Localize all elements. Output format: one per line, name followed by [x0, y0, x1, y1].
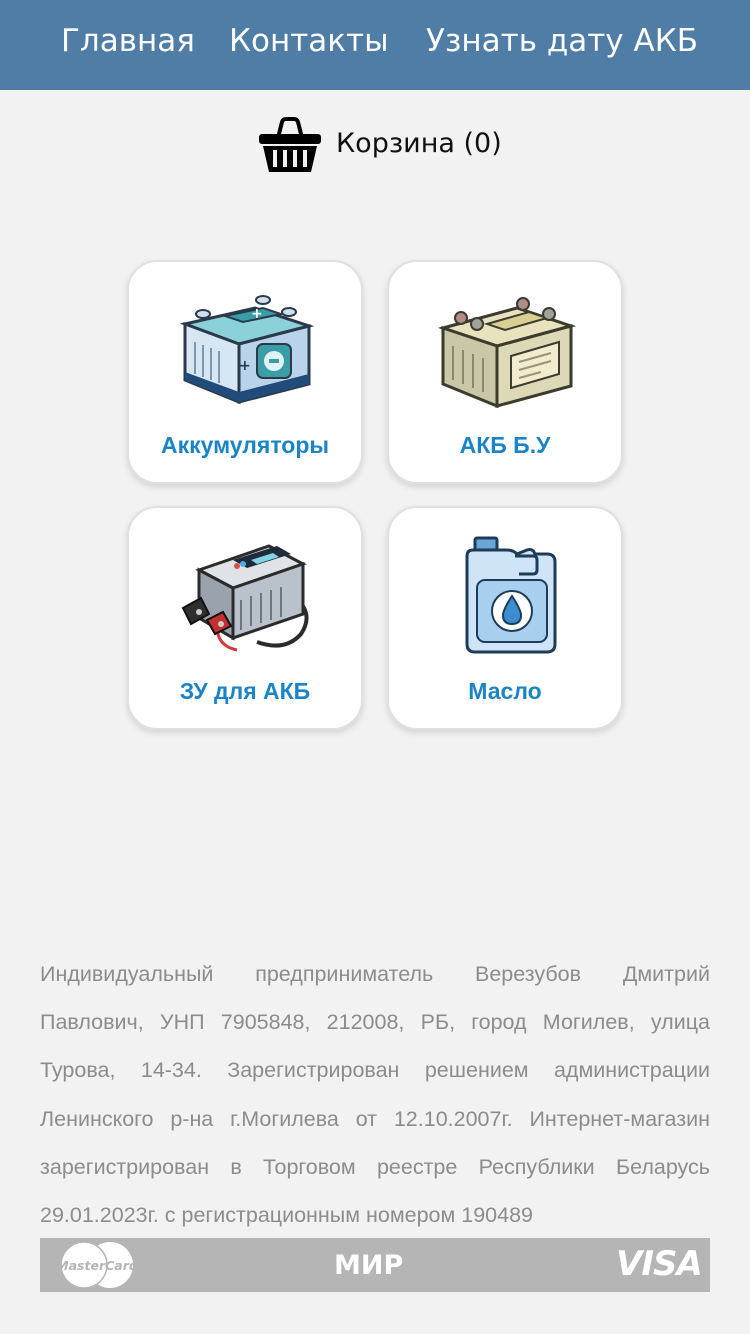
cart-label: Корзина (0) — [336, 128, 502, 159]
svg-text:+: + — [239, 358, 251, 374]
nav-link-contacts[interactable]: Контакты — [229, 0, 389, 90]
category-grid: + + Аккумуляторы АКБ Б.У ЗУ для АКБ Масл… — [0, 220, 750, 920]
nav-link-battery-date[interactable]: Узнать дату АКБ — [426, 0, 698, 90]
visa-logo: VISA — [616, 1244, 703, 1284]
oil-canister-icon — [465, 536, 557, 654]
svg-text:+: + — [251, 306, 263, 322]
payment-methods-bar: MasterCard МИР VISA — [40, 1238, 710, 1292]
category-label: ЗУ для АКБ — [179, 678, 311, 704]
top-nav: Главная Контакты Узнать дату АКБ — [0, 0, 750, 90]
category-card-chargers[interactable]: ЗУ для АКБ — [127, 506, 363, 730]
category-label: АКБ Б.У — [459, 432, 551, 458]
mir-logo: МИР — [334, 1250, 404, 1281]
new-battery-icon: + + — [179, 295, 315, 405]
category-label: Масло — [468, 678, 542, 704]
used-battery-icon — [437, 297, 577, 409]
category-label: Аккумуляторы — [160, 432, 330, 458]
basket-icon — [259, 117, 321, 172]
category-card-used-batteries[interactable]: АКБ Б.У — [387, 260, 623, 484]
category-card-oil[interactable]: Масло — [387, 506, 623, 730]
legal-info-text: Индивидуальный предприниматель Верезубов… — [40, 962, 710, 1228]
cart-bar: Корзина (0) — [0, 90, 750, 220]
mastercard-logo-icon: MasterCard — [58, 1241, 136, 1289]
battery-charger-icon — [181, 544, 309, 652]
footer: Индивидуальный предприниматель Верезубов… — [0, 920, 750, 1334]
category-card-batteries[interactable]: + + Аккумуляторы — [127, 260, 363, 484]
mastercard-label: MasterCard — [58, 1258, 136, 1273]
nav-link-home[interactable]: Главная — [61, 0, 195, 90]
